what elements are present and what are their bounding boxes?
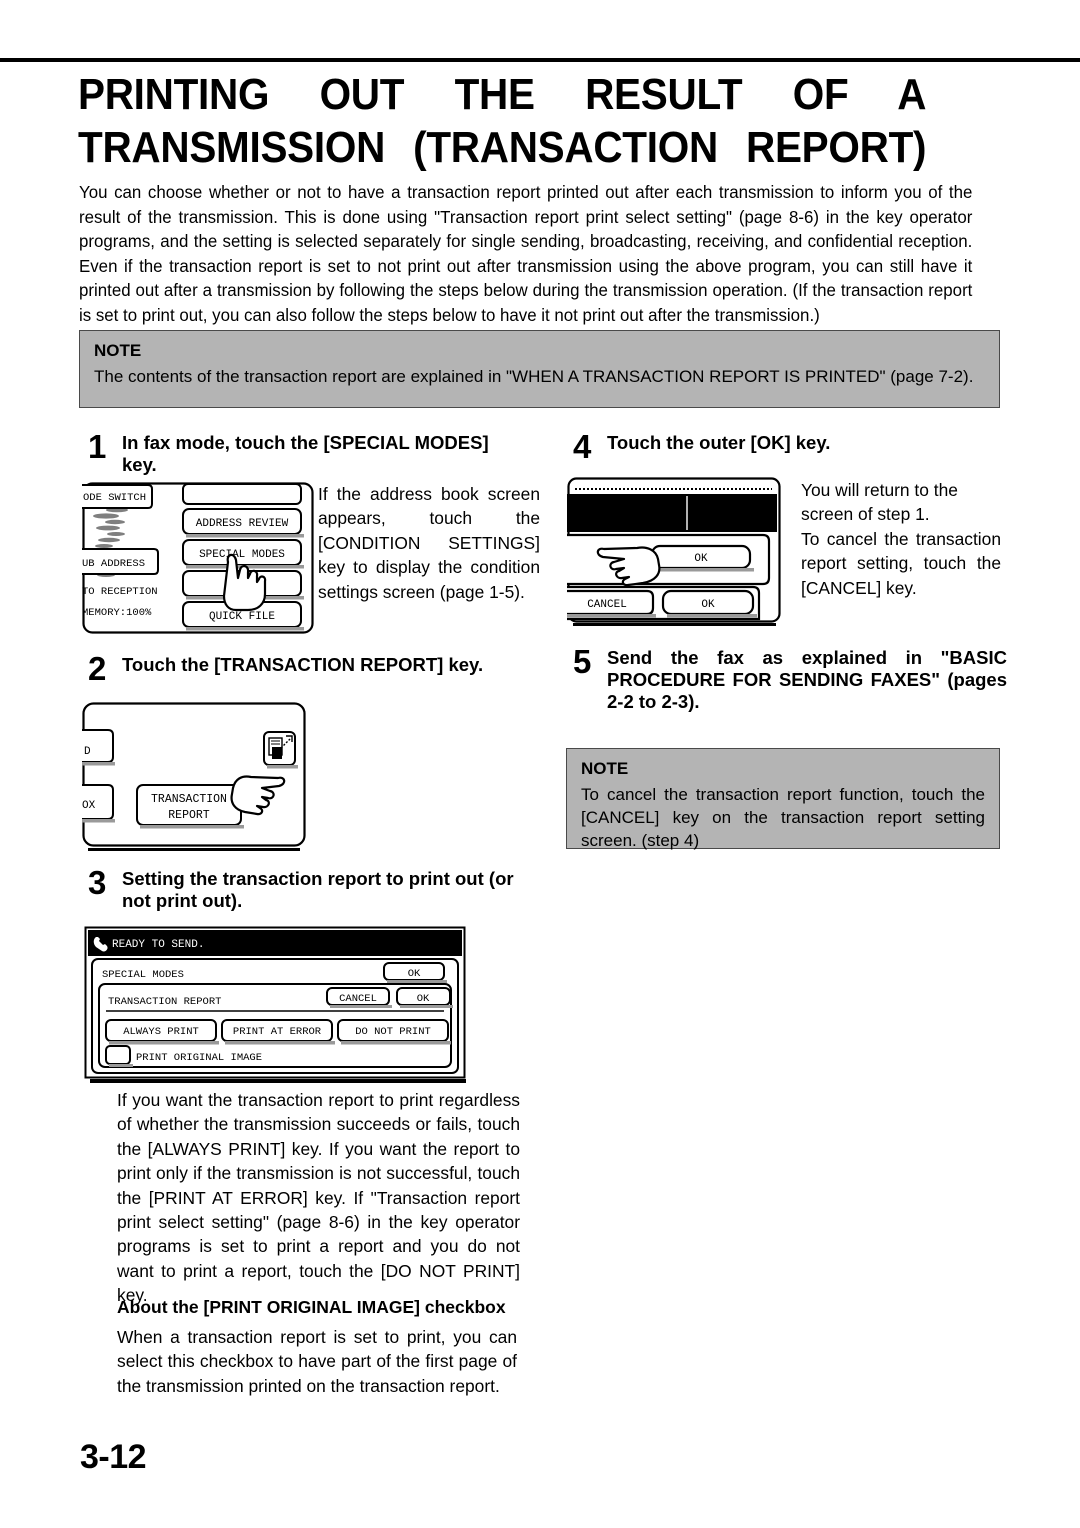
step-4-side-text-1: You will return to the screen of step 1.: [801, 480, 958, 525]
document-page: PRINTING OUT THE RESULT OF A TRANSMISSIO…: [0, 0, 1080, 1528]
svg-text:ODE SWITCH: ODE SWITCH: [83, 492, 146, 504]
svg-text:OX: OX: [82, 800, 96, 812]
step-3-number: 3: [88, 864, 107, 901]
transaction-report-heading: TRANSACTION REPORT: [108, 996, 221, 1008]
step-3-text: Setting the transaction report to print …: [122, 868, 514, 911]
note-body: To cancel the transaction report functio…: [581, 785, 985, 850]
outer-ok-key[interactable]: OK: [383, 962, 447, 983]
intro-paragraph: You can choose whether or not to have a …: [79, 182, 973, 325]
step-1-text: In fax mode, touch the [SPECIAL MODES] k…: [122, 432, 489, 475]
note-title: NOTE: [94, 341, 142, 360]
fax-condition-settings-screen: ODE SWITCH UB ADDRESS TO RECEPTION MEMOR…: [82, 482, 314, 634]
page-title-line2: TRANSMISSION (TRANSACTION REPORT): [78, 123, 927, 172]
inner-buttons-row: CANCEL OK: [567, 585, 761, 621]
image-send-icon[interactable]: [263, 731, 298, 769]
mode-switch-key[interactable]: ODE SWITCH: [82, 484, 153, 509]
step-1-side-text: If the address book screen appears, touc…: [318, 484, 540, 602]
step-2-number: 2: [88, 650, 107, 687]
step-2-text: Touch the [TRANSACTION REPORT] key.: [122, 654, 484, 675]
header-rule: [0, 58, 1080, 62]
special-modes-screen: D OX TRANSACTION REPORT: [82, 702, 306, 851]
partial-key-bottom-left[interactable]: OX: [82, 784, 115, 823]
special-modes-key[interactable]: SPECIAL MODES: [182, 539, 304, 569]
note-title: NOTE: [581, 759, 629, 778]
status-message: READY TO SEND.: [112, 939, 204, 951]
inner-ok-key[interactable]: OK: [396, 987, 453, 1008]
always-print-key[interactable]: ALWAYS PRINT: [105, 1019, 219, 1045]
outer-ok-row: OK: [567, 533, 771, 586]
checkbox-subheading: About the [PRINT ORIGINAL IMAGE] checkbo…: [117, 1297, 506, 1317]
do-not-print-key[interactable]: DO NOT PRINT: [337, 1019, 451, 1045]
step-4-side-text-2: To cancel the transaction report setting…: [801, 528, 1001, 598]
svg-text:D: D: [84, 746, 91, 758]
checkbox-paragraph: When a transaction report is set to prin…: [117, 1327, 517, 1396]
address-review-key[interactable]: ADDRESS REVIEW: [182, 508, 304, 538]
svg-text:CANCEL: CANCEL: [587, 599, 627, 611]
note-body: The contents of the transaction report a…: [94, 367, 974, 386]
print-at-error-key[interactable]: PRINT AT ERROR: [221, 1019, 335, 1045]
svg-text:ADDRESS REVIEW: ADDRESS REVIEW: [196, 518, 289, 530]
key-blank-top[interactable]: [182, 483, 302, 505]
note-box-top: NOTE The contents of the transaction rep…: [79, 330, 1000, 408]
svg-text:OK: OK: [417, 993, 430, 1005]
svg-text:OK: OK: [694, 553, 708, 565]
step-4-number: 4: [573, 428, 592, 465]
step-4-side-text: You will return to the screen of step 1.…: [801, 478, 1001, 600]
page-title-line1: PRINTING OUT THE RESULT OF A: [78, 70, 927, 119]
outer-ok-key[interactable]: OK: [650, 544, 754, 572]
print-original-image-checkbox[interactable]: [105, 1045, 133, 1067]
svg-text:CANCEL: CANCEL: [339, 993, 377, 1005]
step-3-panel-illustration: READY TO SEND. SPECIAL MODES OK TRANSACT…: [84, 926, 470, 1086]
page-number: 3-12: [80, 1438, 147, 1476]
svg-text:QUICK FILE: QUICK FILE: [209, 611, 275, 623]
svg-text:UB ADDRESS: UB ADDRESS: [82, 558, 145, 570]
transaction-report-key[interactable]: TRANSACTION REPORT: [136, 784, 244, 829]
svg-text:OK: OK: [408, 968, 421, 980]
outer-ok-confirm-screen: OK CANCEL OK: [567, 477, 781, 626]
transaction-report-setting-screen: READY TO SEND. SPECIAL MODES OK TRANSACT…: [84, 926, 466, 1083]
step-1-number: 1: [88, 428, 107, 465]
special-modes-heading: SPECIAL MODES: [102, 969, 184, 981]
inner-cancel-key[interactable]: CANCEL: [326, 987, 392, 1008]
lcd-status-bar: READY TO SEND.: [88, 930, 462, 956]
svg-text:OK: OK: [701, 599, 715, 611]
note-box-bottom: NOTE To cancel the transaction report fu…: [566, 748, 1000, 850]
choice-paragraph: If you want the transaction report to pr…: [117, 1090, 520, 1306]
inner-ok-key[interactable]: OK: [661, 589, 757, 618]
svg-text:SPECIAL MODES: SPECIAL MODES: [199, 549, 285, 561]
svg-text:REPORT: REPORT: [168, 809, 210, 822]
page-title: PRINTING OUT THE RESULT OF A TRANSMISSIO…: [78, 68, 927, 174]
svg-text:TRANSACTION: TRANSACTION: [151, 793, 227, 806]
partial-key-top-left[interactable]: D: [82, 729, 115, 766]
step-1-panel-illustration: ODE SWITCH UB ADDRESS TO RECEPTION MEMOR…: [82, 482, 314, 634]
step-4-panel-illustration: OK CANCEL OK: [567, 477, 783, 629]
auto-reception-label: TO RECEPTION: [82, 586, 158, 598]
print-original-image-label: PRINT ORIGINAL IMAGE: [136, 1052, 262, 1064]
step-2-panel-illustration: D OX TRANSACTION REPORT: [82, 702, 306, 852]
memory-label: MEMORY:100%: [82, 607, 152, 619]
inner-cancel-key[interactable]: CANCEL: [567, 589, 656, 618]
svg-text:PRINT AT ERROR: PRINT AT ERROR: [233, 1026, 322, 1038]
step-4-text: Touch the outer [OK] key.: [607, 432, 831, 453]
sub-address-key[interactable]: UB ADDRESS: [82, 548, 159, 575]
step-5-text: Send the fax as explained in "BASIC PROC…: [607, 647, 1007, 712]
svg-text:ALWAYS PRINT: ALWAYS PRINT: [123, 1026, 199, 1038]
step-5-number: 5: [573, 643, 592, 680]
svg-text:DO NOT PRINT: DO NOT PRINT: [355, 1026, 431, 1038]
